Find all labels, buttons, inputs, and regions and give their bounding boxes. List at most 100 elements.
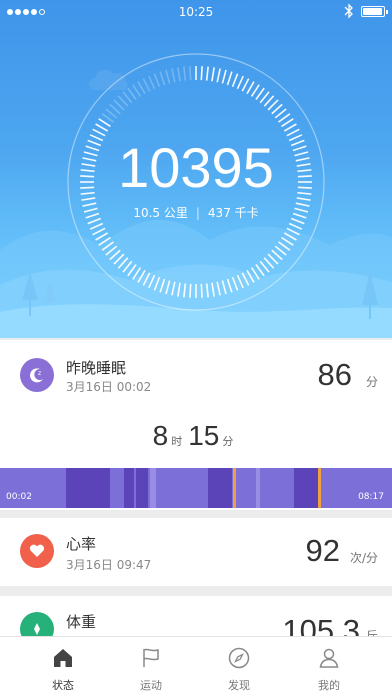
ring-tick <box>250 267 260 280</box>
ring-tick <box>159 278 166 293</box>
tab-label: 状态 <box>52 679 74 692</box>
tab-label: 我的 <box>318 679 340 692</box>
tab-sports[interactable]: 运动 <box>102 637 200 696</box>
ring-tick <box>281 236 294 246</box>
tab-mine[interactable]: 我的 <box>280 637 378 696</box>
ring-tick <box>98 236 111 246</box>
ring-tick <box>89 222 104 230</box>
app-screen: 10:25 10395 10.5 公里 | 437 千卡 z 昨晚睡眠 3月16日 … <box>0 0 392 696</box>
svg-text:z: z <box>38 370 41 377</box>
ring-tick <box>278 241 291 251</box>
ring-tick <box>271 249 283 261</box>
weight-title: 体重 <box>66 613 97 631</box>
ring-tick <box>281 118 294 128</box>
ring-tick <box>105 245 118 256</box>
ring-tick <box>101 113 114 123</box>
ring-tick <box>113 99 125 111</box>
ring-tick <box>177 67 181 82</box>
sleep-stage-segment <box>136 468 148 508</box>
ring-tick <box>95 123 109 132</box>
ring-tick <box>216 68 221 83</box>
step-count: 10395 <box>118 136 274 199</box>
flag-icon <box>143 648 159 667</box>
ring-tick <box>132 84 142 97</box>
ring-tick <box>263 95 275 107</box>
sleep-score: 86 <box>317 357 352 392</box>
ring-tick <box>296 197 311 201</box>
ring-tick <box>142 272 151 286</box>
ring-tick <box>226 278 233 293</box>
ring-tick <box>98 118 111 128</box>
sleep-minutes: 15 <box>188 420 220 451</box>
ring-tick <box>148 274 156 289</box>
sleep-score-unit: 分 <box>365 375 378 389</box>
ring-tick <box>113 253 125 265</box>
ring-tick <box>105 108 118 119</box>
ring-tick <box>278 113 291 123</box>
sleep-moon-icon: z <box>20 358 54 392</box>
ring-tick <box>81 197 96 201</box>
ring-tick <box>159 71 166 86</box>
ring-tick <box>241 272 250 286</box>
ring-tick <box>153 73 161 88</box>
sleep-stage-segment <box>318 468 321 508</box>
divider: | <box>195 206 200 220</box>
sleep-title: 昨晚睡眠 <box>66 359 127 377</box>
sleep-minutes-unit: 分 <box>222 435 234 448</box>
ring-tick <box>283 232 297 241</box>
ring-tick <box>153 276 161 291</box>
ring-tick <box>137 269 146 283</box>
ring-tick <box>286 128 300 137</box>
ring-tick <box>122 260 133 273</box>
ring-tick <box>148 75 156 90</box>
ring-tick <box>255 87 265 100</box>
sleep-duration: 8 时 15 分 <box>0 420 392 452</box>
distance-calories: 10.5 公里 | 437 千卡 <box>0 204 392 221</box>
activity-summary-panel[interactable]: 10:25 10395 10.5 公里 | 437 千卡 <box>0 0 392 338</box>
ring-tick <box>165 280 171 295</box>
sleep-stage-segment <box>124 468 134 508</box>
sleep-stage-segment <box>150 468 156 508</box>
heart-rate-value: 92 <box>305 533 340 568</box>
tab-label: 运动 <box>140 679 162 692</box>
tab-status[interactable]: 状态 <box>14 637 112 696</box>
sleep-stage-segment <box>66 468 110 508</box>
ring-tick <box>236 274 244 289</box>
ring-tick <box>109 103 121 115</box>
ring-tick <box>246 269 255 283</box>
ring-tick <box>117 95 129 107</box>
ring-tick <box>171 281 176 296</box>
sleep-start-time: 00:02 <box>6 492 32 502</box>
ring-tick <box>101 241 114 251</box>
ring-tick <box>246 81 255 95</box>
tab-label: 发现 <box>228 679 250 692</box>
ring-tick <box>205 66 209 81</box>
ring-tick <box>177 282 181 297</box>
ring-tick <box>263 257 275 269</box>
sleep-hours: 8 <box>152 420 169 451</box>
ring-tick <box>236 75 244 90</box>
ring-tick <box>283 123 297 132</box>
ring-tick <box>165 69 171 84</box>
ring-tick <box>205 283 209 298</box>
tab-discover[interactable]: 发现 <box>190 637 288 696</box>
sleep-stage-segment <box>208 468 232 508</box>
sleep-hours-unit: 时 <box>171 435 183 448</box>
ring-tick <box>189 66 192 81</box>
bluetooth-icon <box>344 3 353 19</box>
heart-rate-card[interactable]: 心率 3月16日 09:47 92 次/分 <box>0 518 392 586</box>
ring-tick <box>274 108 287 119</box>
ring-tick <box>250 84 260 97</box>
ring-tick <box>267 99 279 111</box>
ring-tick <box>171 68 176 83</box>
ring-tick <box>122 91 133 104</box>
ring-tick <box>286 227 300 236</box>
sleep-end-time: 08:17 <box>358 492 384 502</box>
ring-tick <box>200 283 203 298</box>
status-time: 10:25 <box>178 5 214 19</box>
ring-tick <box>221 69 227 84</box>
ring-tick <box>267 253 279 265</box>
ring-tick <box>109 249 121 261</box>
sleep-timeline[interactable]: 00:02 08:17 <box>0 468 392 508</box>
ring-tick <box>200 66 203 81</box>
